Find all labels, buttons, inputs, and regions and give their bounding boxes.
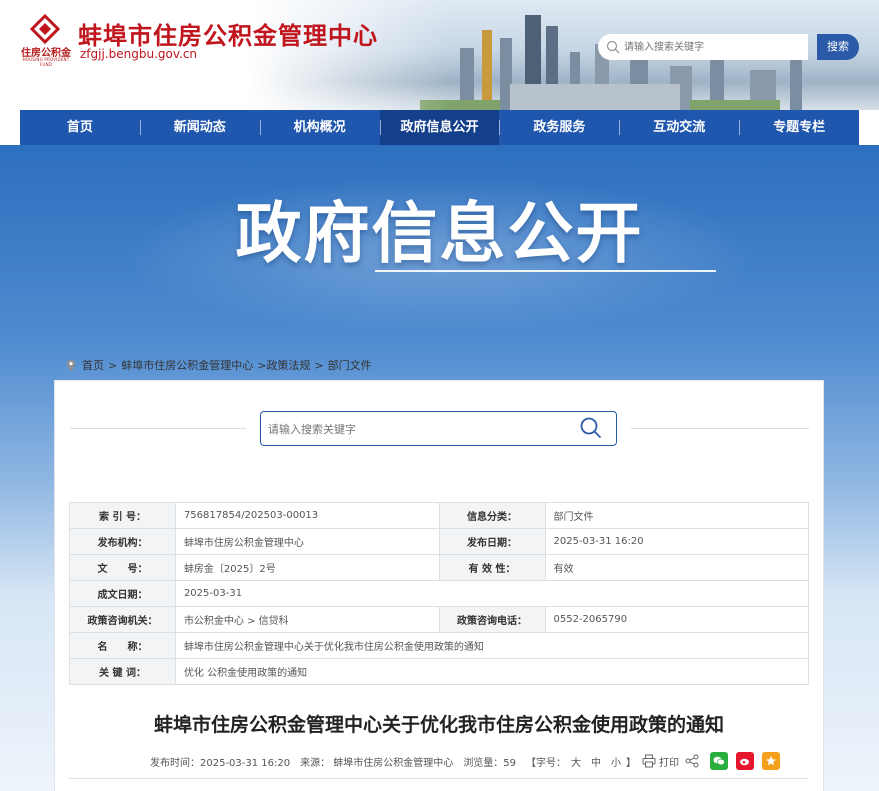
- consult-agency-value: 市公积金中心 > 信贷科: [174, 606, 440, 633]
- table-row: 关 键 词： 优化 公积金使用政策的通知: [69, 658, 810, 685]
- search-divider-right: [631, 428, 809, 429]
- nav-item-topics[interactable]: 专题专栏: [739, 110, 859, 145]
- doc-number-value: 蚌房金〔2025〕2号: [174, 554, 440, 581]
- wechat-icon[interactable]: [710, 752, 729, 770]
- breadcrumb-dept-docs[interactable]: 部门文件: [328, 357, 372, 373]
- nav-item-gov-info[interactable]: 政府信息公开: [379, 110, 500, 145]
- housing-fund-logo-icon: [30, 14, 60, 44]
- table-row: 索 引 号： 756817854/202503-00013 信息分类： 部门文件: [69, 502, 809, 529]
- consult-phone-value: 0552-2065790: [544, 606, 809, 633]
- header-search-input[interactable]: [624, 38, 804, 56]
- table-row: 政策咨询机关： 市公积金中心 > 信贷科 政策咨询电话： 0552-206579…: [69, 606, 809, 633]
- banner-title: 政府信息公开: [235, 195, 644, 272]
- content-search-input[interactable]: [268, 420, 568, 438]
- font-size-medium[interactable]: 中: [591, 754, 601, 769]
- nav-item-interaction[interactable]: 互动交流: [619, 110, 739, 145]
- search-divider-left: [70, 428, 246, 429]
- weibo-icon[interactable]: [736, 752, 755, 770]
- search-icon: [606, 40, 620, 54]
- header-search-button[interactable]: 搜索: [817, 34, 859, 60]
- index-number-value: 756817854/202503-00013: [174, 502, 440, 529]
- share-icon[interactable]: [685, 754, 699, 768]
- site-domain: zfgjj.bengbu.gov.cn: [80, 47, 198, 61]
- table-row: 发布机构： 蚌埠市住房公积金管理中心 发布日期： 2025-03-31 16:2…: [69, 528, 809, 555]
- font-size-small[interactable]: 小: [611, 754, 621, 769]
- meta-divider: [69, 778, 809, 779]
- validity-value: 有效: [544, 554, 809, 581]
- breadcrumb-separator: >: [108, 358, 118, 372]
- logo-subtext: HOUSING PROVIDENT FUND: [22, 57, 70, 67]
- article-title: 蚌埠市住房公积金管理中心关于优化我市住房公积金使用政策的通知: [153, 714, 724, 736]
- search-icon[interactable]: [579, 416, 603, 440]
- font-size-close: 】: [626, 757, 637, 769]
- breadcrumb-policy[interactable]: >政策法规: [257, 357, 310, 373]
- publish-time: 发布时间：2025-03-31 16:20: [150, 757, 291, 769]
- nav-item-services[interactable]: 政务服务: [499, 110, 619, 145]
- table-row: 文 号： 蚌房金〔2025〕2号 有 效 性： 有效: [69, 554, 809, 581]
- view-count: 浏览量：59: [463, 757, 517, 769]
- table-row: 成文日期： 2025-03-31: [69, 580, 810, 607]
- publisher-value: 蚌埠市住房公积金管理中心: [174, 528, 440, 555]
- favorite-icon[interactable]: [762, 752, 781, 770]
- site-title[interactable]: 蚌埠市住房公积金管理中心: [78, 16, 378, 51]
- consult-phone-label: 政策咨询电话：: [438, 606, 546, 633]
- index-number-label: 索 引 号：: [69, 502, 176, 529]
- banner-underline: [375, 270, 716, 272]
- publish-date-value: 2025-03-31 16:20: [544, 528, 809, 555]
- print-button[interactable]: 打印: [659, 754, 679, 769]
- table-row: 名 称： 蚌埠市住房公积金管理中心关于优化我市住房公积金使用政策的通知: [69, 632, 810, 659]
- publisher-label: 发布机构：: [69, 528, 176, 555]
- written-date-label: 成文日期：: [69, 580, 176, 607]
- doc-name-value: 蚌埠市住房公积金管理中心关于优化我市住房公积金使用政策的通知: [174, 632, 810, 659]
- publish-date-label: 发布日期：: [438, 528, 546, 555]
- breadcrumb-separator: >: [314, 358, 324, 372]
- location-icon: [66, 359, 76, 371]
- info-category-label: 信息分类：: [438, 502, 546, 529]
- font-size-large[interactable]: 大: [571, 754, 581, 769]
- article-meta: 发布时间：2025-03-31 16:20 来源： 蚌埠市住房公积金管理中心 浏…: [150, 752, 781, 770]
- keywords-value: 优化 公积金使用政策的通知: [174, 658, 810, 685]
- print-icon[interactable]: [642, 754, 656, 768]
- nav-item-news[interactable]: 新闻动态: [139, 110, 260, 145]
- nav-item-organization[interactable]: 机构概况: [259, 110, 380, 145]
- keywords-label: 关 键 词：: [69, 658, 176, 685]
- breadcrumb: 首页 > 蚌埠市住房公积金管理中心 >政策法规 > 部门文件: [66, 357, 376, 373]
- doc-name-label: 名 称：: [69, 632, 176, 659]
- main-nav: 首页 新闻动态 机构概况 政府信息公开 政务服务 互动交流 专题专栏: [20, 110, 859, 145]
- nav-item-home[interactable]: 首页: [20, 110, 140, 145]
- article-source: 来源： 蚌埠市住房公积金管理中心: [300, 757, 454, 769]
- font-size-label: 【字号：: [526, 757, 567, 769]
- written-date-value: 2025-03-31: [174, 580, 810, 607]
- info-category-value: 部门文件: [544, 502, 809, 529]
- info-table: 索 引 号： 756817854/202503-00013 信息分类： 部门文件…: [69, 502, 810, 685]
- consult-agency-label: 政策咨询机关：: [69, 606, 176, 633]
- site-header: 住房公积金 HOUSING PROVIDENT FUND 蚌埠市住房公积金管理中…: [0, 0, 879, 110]
- breadcrumb-home[interactable]: 首页: [82, 357, 104, 373]
- doc-number-label: 文 号：: [69, 554, 176, 581]
- breadcrumb-center[interactable]: 蚌埠市住房公积金管理中心: [121, 357, 253, 373]
- validity-label: 有 效 性：: [438, 554, 546, 581]
